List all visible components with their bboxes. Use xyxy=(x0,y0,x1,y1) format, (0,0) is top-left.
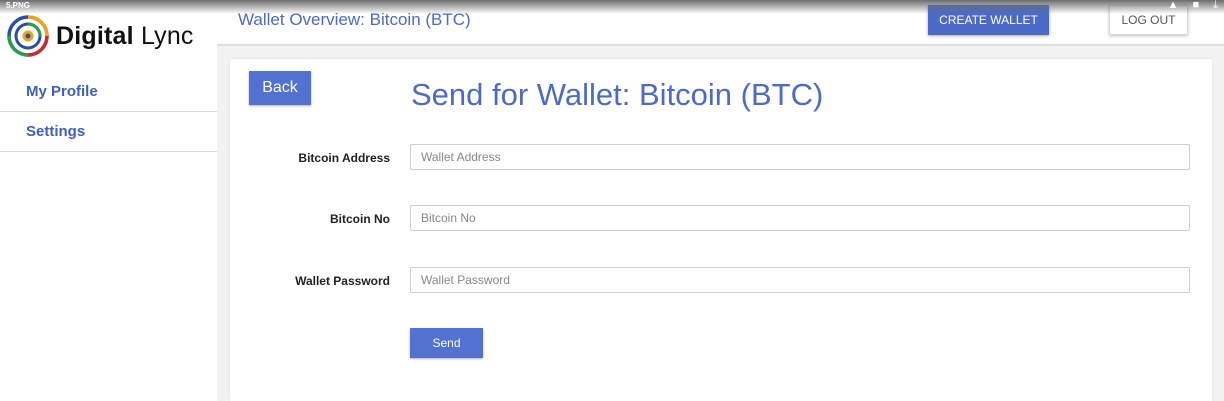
brand-name-light: Lync xyxy=(140,21,194,50)
wallet-password-label: Wallet Password xyxy=(295,274,390,288)
back-button[interactable]: Back xyxy=(249,71,311,105)
file-name: 5.PNG xyxy=(6,1,31,10)
viewer-toolbar: 5.PNG ▲ ■ ⤓ xyxy=(0,0,1224,14)
brand-logo[interactable]: Digital Lync xyxy=(6,14,194,58)
sidebar-item-my-profile[interactable]: My Profile xyxy=(0,72,217,112)
sidebar-nav: My Profile Settings xyxy=(0,72,217,152)
send-form-panel: Back Send for Wallet: Bitcoin (BTC) Bitc… xyxy=(230,59,1212,401)
brand-name: Digital Lync xyxy=(56,22,194,51)
brand-name-bold: Digital xyxy=(56,21,134,50)
bitcoin-address-label: Bitcoin Address xyxy=(298,151,390,165)
download-icon[interactable]: ⤓ xyxy=(1213,0,1218,11)
bitcoin-no-input[interactable] xyxy=(410,205,1190,231)
viewer-icons: ▲ ■ ⤓ xyxy=(1168,0,1218,11)
sidebar: Digital Lync My Profile Settings xyxy=(0,0,217,401)
wallet-password-input[interactable] xyxy=(410,267,1190,293)
form-title: Send for Wallet: Bitcoin (BTC) xyxy=(411,77,824,112)
bitcoin-address-input[interactable] xyxy=(410,144,1190,170)
bitcoin-no-label: Bitcoin No xyxy=(330,212,390,226)
drive-icon[interactable]: ▲ xyxy=(1168,0,1179,11)
print-icon[interactable]: ■ xyxy=(1192,0,1199,11)
send-button[interactable]: Send xyxy=(410,328,483,358)
sidebar-item-settings[interactable]: Settings xyxy=(0,112,217,152)
digital-lync-logo-icon xyxy=(7,15,49,57)
